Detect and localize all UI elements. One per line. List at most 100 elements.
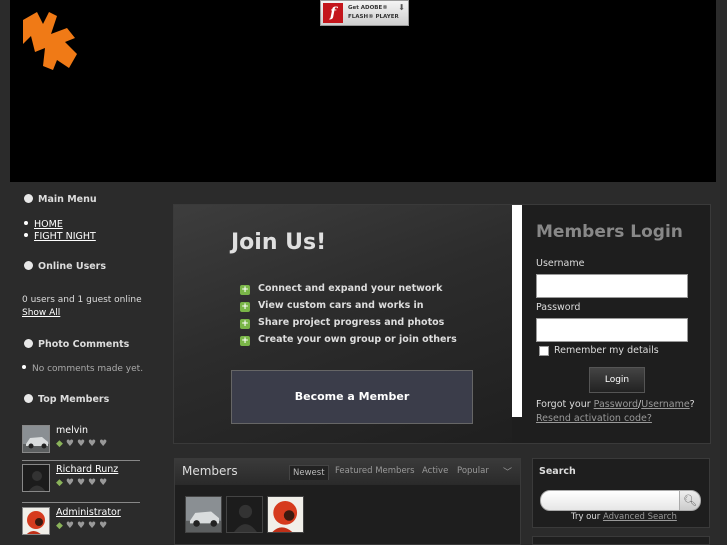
feature-item: + Create your own group or join others bbox=[240, 334, 457, 346]
search-button[interactable]: 🔍︎ bbox=[679, 490, 701, 511]
members-header: Members Newest Featured Members Active P… bbox=[175, 459, 520, 485]
tab-active[interactable]: Active bbox=[422, 466, 448, 476]
portrait-photo-icon bbox=[268, 497, 303, 532]
member-name[interactable]: Administrator bbox=[56, 507, 121, 518]
login-title: Members Login bbox=[536, 222, 683, 242]
avatar[interactable] bbox=[22, 425, 50, 453]
feature-label: Share project progress and photos bbox=[258, 317, 445, 328]
show-all-link[interactable]: Show All bbox=[22, 308, 60, 318]
user-silhouette-icon bbox=[227, 497, 262, 532]
online-users-label: Online Users bbox=[38, 261, 107, 272]
flash-line-2: FLASH® PLAYER bbox=[348, 14, 399, 20]
main-menu-label: Main Menu bbox=[38, 194, 97, 205]
bottom-widget-edge bbox=[532, 536, 710, 545]
plus-icon: + bbox=[240, 319, 250, 329]
sidebar: Main Menu HOME FIGHT NIGHT Online Users … bbox=[0, 185, 160, 545]
bullet-icon bbox=[24, 233, 28, 237]
feature-label: Create your own group or join others bbox=[258, 334, 457, 345]
site-logo[interactable] bbox=[17, 6, 81, 72]
search-hint-prefix: Try our bbox=[571, 512, 601, 522]
join-login-panel: Join Us! + Connect and expand your networ… bbox=[173, 204, 711, 444]
panel-divider bbox=[512, 205, 522, 417]
search-title: Search bbox=[539, 466, 576, 477]
remember-label: Remember my details bbox=[554, 345, 659, 356]
members-title: Members bbox=[182, 464, 238, 478]
divider bbox=[22, 460, 140, 461]
search-hint: Try our Advanced Search bbox=[571, 512, 677, 522]
bullet-icon bbox=[24, 339, 33, 348]
become-member-button[interactable]: Become a Member bbox=[231, 370, 473, 424]
top-member-item: Administrator ◆♥♥♥♥ bbox=[22, 507, 140, 543]
member-name[interactable]: melvin bbox=[56, 425, 88, 436]
car-photo-icon bbox=[186, 497, 221, 532]
forgot-text: Forgot your Password/Username? bbox=[536, 399, 695, 410]
join-section: Join Us! + Connect and expand your networ… bbox=[174, 205, 512, 443]
member-name[interactable]: Richard Runz bbox=[56, 464, 118, 475]
bullet-icon bbox=[24, 221, 28, 225]
password-field[interactable] bbox=[536, 318, 688, 342]
plus-icon: + bbox=[240, 285, 250, 295]
feature-item: + View custom cars and works in bbox=[240, 300, 424, 312]
member-thumb[interactable] bbox=[226, 496, 263, 533]
forgot-suffix: ? bbox=[689, 399, 695, 410]
tab-newest[interactable]: Newest bbox=[289, 465, 329, 480]
top-member-item: melvin ◆♥♥♥♥ bbox=[22, 425, 140, 461]
bullet-icon bbox=[24, 194, 33, 203]
no-comments-text: No comments made yet. bbox=[22, 364, 143, 374]
member-thumb[interactable] bbox=[267, 496, 304, 533]
car-photo-icon bbox=[23, 426, 49, 452]
avatar[interactable] bbox=[22, 507, 50, 535]
password-label: Password bbox=[536, 302, 581, 313]
feature-item: + Connect and expand your network bbox=[240, 283, 442, 295]
search-icon: 🔍︎ bbox=[683, 494, 697, 507]
advanced-search-link[interactable]: Advanced Search bbox=[603, 512, 677, 522]
rank-icons: ◆♥♥♥♥ bbox=[56, 521, 111, 531]
tab-featured-members[interactable]: Featured Members bbox=[335, 466, 415, 476]
main-menu-heading: Main Menu bbox=[24, 194, 97, 205]
top-members-label: Top Members bbox=[38, 394, 110, 405]
forgot-username-link[interactable]: Username bbox=[641, 399, 689, 410]
members-widget: Members Newest Featured Members Active P… bbox=[174, 458, 521, 545]
login-button[interactable]: Login bbox=[589, 367, 645, 393]
bullet-icon bbox=[24, 261, 33, 270]
nav-link-home[interactable]: HOME bbox=[24, 219, 63, 230]
photo-comments-label: Photo Comments bbox=[38, 339, 130, 350]
bullet-icon bbox=[22, 365, 26, 369]
no-comments-label: No comments made yet. bbox=[32, 364, 144, 374]
get-flash-player-badge[interactable]: f Get ADOBE® FLASH® PLAYER ⬇ bbox=[320, 0, 409, 26]
remember-checkbox[interactable] bbox=[539, 346, 549, 356]
search-widget: Search 🔍︎ Try our Advanced Search bbox=[532, 458, 710, 528]
avatar[interactable] bbox=[22, 464, 50, 492]
top-member-item: Richard Runz ◆♥♥♥♥ bbox=[22, 464, 140, 500]
divider bbox=[22, 502, 140, 503]
forgot-password-link[interactable]: Password bbox=[594, 399, 638, 410]
online-users-heading: Online Users bbox=[24, 261, 106, 272]
flash-line-1: Get ADOBE® bbox=[348, 5, 388, 11]
resend-activation-link[interactable]: Resend activation code? bbox=[536, 413, 652, 424]
bullet-icon bbox=[24, 394, 33, 403]
member-thumb[interactable] bbox=[185, 496, 222, 533]
download-arrow-icon: ⬇ bbox=[398, 3, 405, 12]
plus-icon: + bbox=[240, 302, 250, 312]
forgot-prefix: Forgot your bbox=[536, 399, 591, 410]
feature-label: View custom cars and works in bbox=[258, 300, 424, 311]
site-header: f Get ADOBE® FLASH® PLAYER ⬇ bbox=[10, 0, 716, 182]
nav-link-fight-night[interactable]: FIGHT NIGHT bbox=[24, 231, 96, 242]
user-silhouette-icon bbox=[23, 465, 49, 491]
flash-logo-icon: f bbox=[323, 3, 343, 23]
search-input[interactable] bbox=[540, 490, 680, 511]
photo-comments-heading: Photo Comments bbox=[24, 339, 129, 350]
nav-link-label: FIGHT NIGHT bbox=[34, 231, 96, 242]
feature-label: Connect and expand your network bbox=[258, 283, 443, 294]
portrait-photo-icon bbox=[23, 508, 49, 534]
plus-icon: + bbox=[240, 336, 250, 346]
nav-link-label: HOME bbox=[34, 219, 63, 230]
username-field[interactable] bbox=[536, 274, 688, 298]
online-users-count: 0 users and 1 guest online bbox=[22, 295, 142, 305]
top-members-heading: Top Members bbox=[24, 394, 109, 405]
chevron-down-icon[interactable]: ﹀ bbox=[503, 465, 512, 478]
feature-item: + Share project progress and photos bbox=[240, 317, 444, 329]
tab-popular[interactable]: Popular bbox=[457, 466, 489, 476]
rank-icons: ◆♥♥♥♥ bbox=[56, 439, 111, 449]
username-label: Username bbox=[536, 258, 585, 269]
